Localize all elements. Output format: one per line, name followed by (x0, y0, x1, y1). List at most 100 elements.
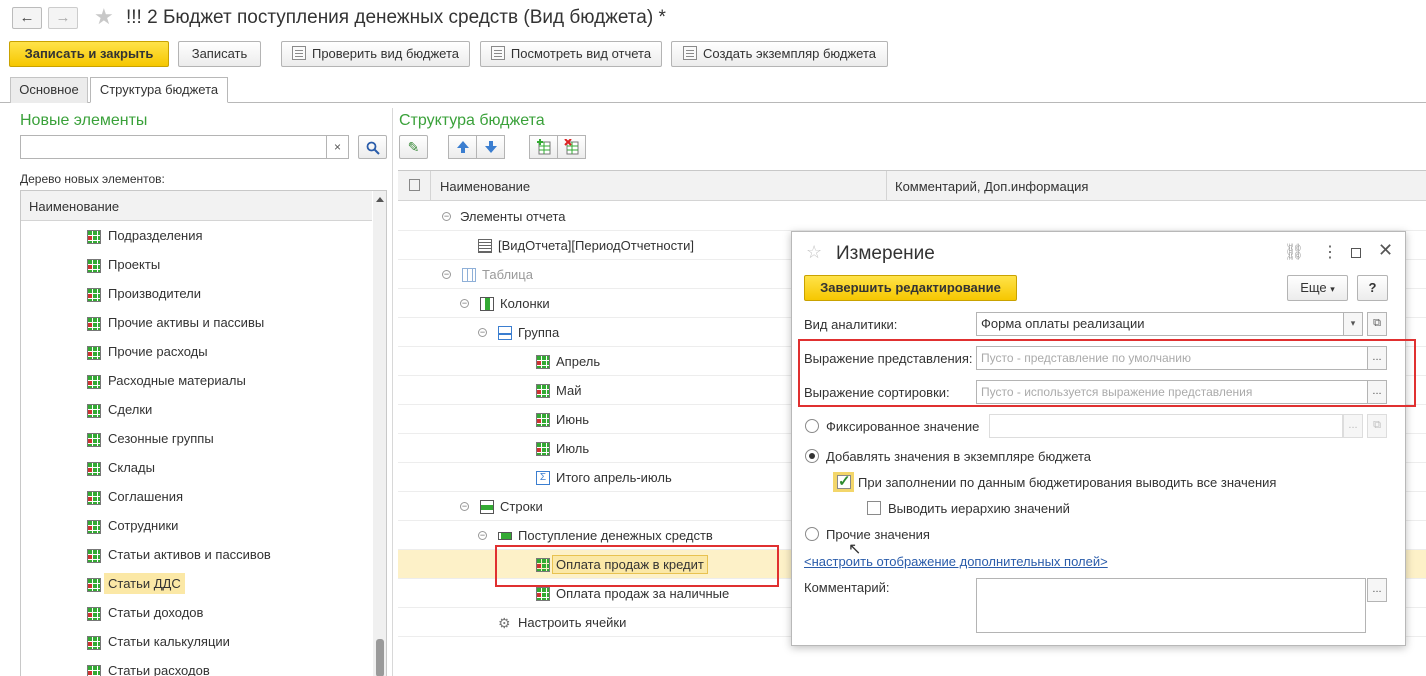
report-icon (490, 46, 505, 60)
tree-item[interactable]: Склады (21, 454, 372, 483)
delete-table-icon (563, 138, 578, 155)
tree-item[interactable]: Подразделения (21, 222, 372, 251)
structure-row[interactable]: − Элементы отчета (398, 202, 1426, 231)
sum-icon: Σ (536, 471, 550, 485)
fixed-value-open-button[interactable]: ⧉ (1367, 414, 1387, 438)
tree-item[interactable]: Прочие активы и пассивы (21, 309, 372, 338)
favorite-star-icon[interactable]: ★ (94, 4, 114, 30)
dropdown-arrow-icon: ▾ (1350, 318, 1356, 328)
tree-header: Наименование (21, 191, 372, 221)
collapse-icon[interactable]: − (460, 502, 469, 511)
column-comment-header: Комментарий, Доп.информация (895, 179, 1089, 194)
fixed-value-radio[interactable] (805, 419, 819, 433)
panel-splitter[interactable] (392, 108, 393, 676)
more-vertical-icon[interactable]: ⋮ (1322, 242, 1338, 262)
edit-button[interactable]: ✎ (399, 135, 428, 159)
window-title: !!! 2 Бюджет поступления денежных средст… (126, 7, 666, 28)
tree-item-label: Соглашения (108, 489, 184, 504)
title-bar: ← → ★ !!! 2 Бюджет поступления денежных … (0, 0, 1426, 38)
collapse-icon[interactable]: − (460, 299, 469, 308)
tree-item[interactable]: Статьи расходов (21, 657, 372, 676)
search-button[interactable] (358, 135, 387, 159)
tree-item-label: Подразделения (108, 228, 203, 243)
structure-row-label: Июль (556, 441, 590, 456)
analytics-select[interactable]: Форма оплаты реализации (976, 312, 1344, 336)
scroll-thumb[interactable] (376, 639, 384, 676)
tree-item[interactable]: Статьи ДДС (21, 570, 372, 599)
analytics-open-button[interactable]: ⧉ (1367, 312, 1387, 336)
column-divider (886, 171, 887, 201)
comment-label: Комментарий: (804, 580, 890, 595)
close-icon[interactable]: ✕ (1378, 240, 1393, 261)
tree-item[interactable]: Расходные материалы (21, 367, 372, 396)
finish-editing-button[interactable]: Завершить редактирование (804, 275, 1017, 301)
structure-row-label: Оплата продаж за наличные (556, 586, 730, 601)
other-values-label: Прочие значения (826, 527, 930, 542)
hierarchy-checkbox[interactable] (867, 501, 881, 515)
tree-item[interactable]: Соглашения (21, 483, 372, 512)
add-element-button[interactable] (529, 135, 558, 159)
clear-search-button[interactable]: × (326, 135, 349, 159)
tree-item[interactable]: Сделки (21, 396, 372, 425)
back-button[interactable]: ← (12, 7, 42, 29)
dimension-grid-icon (87, 578, 101, 592)
structure-row-label: Таблица (482, 267, 533, 282)
budget-structure-heading: Структура бюджета (399, 112, 545, 129)
save-and-close-button[interactable]: Записать и закрыть (9, 41, 169, 67)
check-budget-type-button[interactable]: Проверить вид бюджета (281, 41, 470, 67)
column-name-header: Наименование (29, 199, 120, 214)
tree-item[interactable]: Сезонные группы (21, 425, 372, 454)
create-instance-button[interactable]: Создать экземпляр бюджета (671, 41, 888, 67)
structure-row-label: Группа (518, 325, 560, 340)
add-values-radio[interactable] (805, 449, 819, 463)
dimension-grid-icon (87, 665, 101, 676)
link-icon[interactable]: ⛓ (1284, 242, 1304, 262)
help-button[interactable]: ? (1357, 275, 1388, 301)
forward-button[interactable]: → (48, 7, 78, 29)
dimension-grid-icon (536, 587, 550, 601)
collapse-icon[interactable]: − (442, 270, 451, 279)
tree-item[interactable]: Статьи активов и пассивов (21, 541, 372, 570)
radio-dot (809, 453, 815, 459)
tree-item[interactable]: Сотрудники (21, 512, 372, 541)
tree-item[interactable]: Проекты (21, 251, 372, 280)
scroll-up-icon[interactable] (376, 197, 384, 202)
maximize-icon[interactable] (1351, 248, 1361, 258)
analytics-dropdown-button[interactable]: ▾ (1343, 312, 1363, 336)
dimension-grid-icon (536, 413, 550, 427)
dialog-star-icon[interactable]: ☆ (806, 242, 822, 263)
structure-row-label: Колонки (500, 296, 550, 311)
tree-scrollbar[interactable] (373, 191, 386, 676)
tree-item[interactable]: Производители (21, 280, 372, 309)
tree-item[interactable]: Прочие расходы (21, 338, 372, 367)
delete-element-button[interactable] (557, 135, 586, 159)
tree-item[interactable]: Статьи доходов (21, 599, 372, 628)
comment-textarea[interactable] (976, 578, 1366, 633)
save-button[interactable]: Записать (178, 41, 261, 67)
move-up-button[interactable] (448, 135, 477, 159)
other-values-radio[interactable] (805, 527, 819, 541)
dimension-grid-icon (87, 288, 101, 302)
fixed-value-input[interactable] (989, 414, 1343, 438)
open-icon: ⧉ (1373, 419, 1381, 431)
collapse-icon[interactable]: − (478, 531, 487, 540)
add-table-icon (536, 139, 550, 155)
tab-budget-structure[interactable]: Структура бюджета (90, 77, 228, 103)
more-button[interactable]: Еще ▾ (1287, 275, 1348, 301)
move-down-button[interactable] (476, 135, 505, 159)
document-icon (683, 46, 697, 60)
search-input[interactable] (20, 135, 327, 159)
search-icon (366, 141, 380, 155)
tree-item-label: Производители (108, 286, 202, 301)
configure-fields-link[interactable]: <настроить отображение дополнительных по… (804, 554, 1108, 569)
fixed-value-select-button[interactable]: ... (1343, 414, 1363, 438)
tab-main[interactable]: Основное (10, 77, 88, 103)
tree-item[interactable]: Статьи калькуляции (21, 628, 372, 657)
arrow-up-icon (456, 141, 469, 153)
collapse-icon[interactable]: − (442, 212, 451, 221)
view-report-button[interactable]: Посмотреть вид отчета (480, 41, 662, 67)
comment-select-button[interactable]: ... (1367, 578, 1387, 602)
collapse-icon[interactable]: − (478, 328, 487, 337)
dimension-grid-icon (536, 355, 550, 369)
fill-all-values-checkbox[interactable]: ✓ (837, 473, 851, 490)
